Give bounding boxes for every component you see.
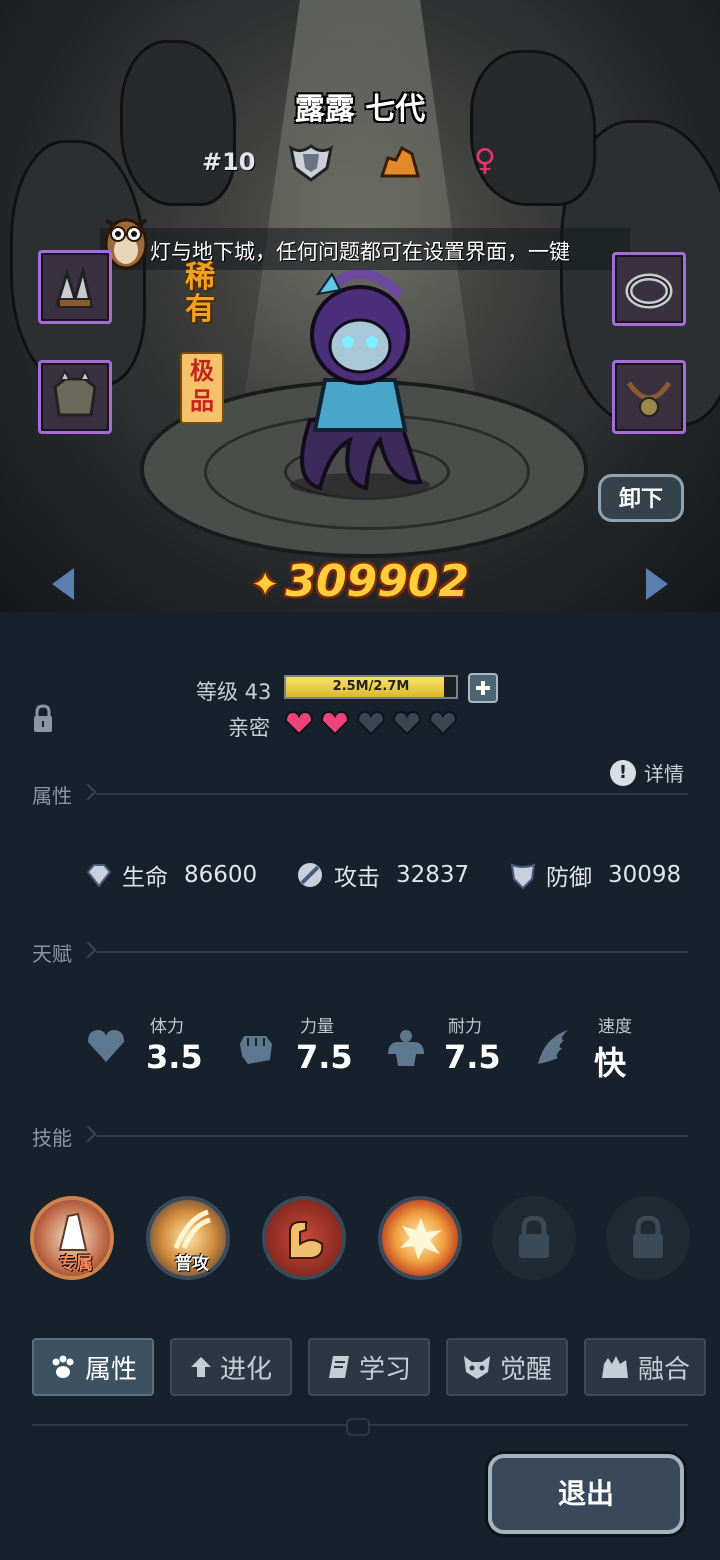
tab-attributes[interactable]: 属性 [32, 1338, 154, 1396]
power-value: ✦ 309902 [0, 556, 720, 607]
level-up-button[interactable] [468, 673, 498, 703]
heart-icon [320, 710, 350, 736]
talent-value: 7.5 [444, 1038, 501, 1076]
power-icon: ✦ [250, 565, 280, 605]
talent-value: 7.5 [296, 1038, 353, 1076]
stat-hp: 生命 86600 [86, 858, 257, 892]
talent-label: 耐力 [448, 1017, 482, 1037]
skill-slot-locked [492, 1196, 576, 1280]
intimacy-hearts [284, 710, 458, 736]
shield-icon [510, 863, 536, 889]
skill-burst[interactable] [378, 1196, 462, 1280]
tab-label: 属性 [84, 1354, 137, 1385]
section-title: 天赋 [32, 942, 72, 966]
claw-weapon-icon [54, 265, 93, 308]
shield-icon[interactable] [287, 142, 335, 182]
skill-tag: 专属 [59, 1254, 93, 1274]
equip-slot-armor[interactable] [38, 360, 112, 434]
section-talent: 天赋 [32, 938, 688, 968]
talent-value: 快 [594, 1044, 627, 1082]
tab-label: 融合 [637, 1354, 690, 1385]
exp-text: 2.5M/2.7M [332, 679, 410, 694]
muscle-icon [388, 1030, 424, 1066]
stat-attack: 攻击 32837 [296, 858, 469, 892]
sword-icon [298, 863, 322, 887]
necklace-icon [626, 381, 672, 417]
stat-label: 攻击 [334, 865, 380, 891]
heart-icon [88, 1030, 124, 1062]
tab-label: 学习 [358, 1354, 411, 1385]
talent-label: 力量 [300, 1017, 334, 1037]
rock-icon[interactable] [380, 144, 420, 180]
section-attributes: 属性 [32, 780, 688, 810]
tab-label: 进化 [219, 1354, 272, 1385]
hero-rank: #10 [202, 148, 256, 176]
stat-value: 86600 [184, 862, 258, 888]
tab-evolve[interactable]: 进化 [170, 1338, 292, 1396]
tab-awaken[interactable]: 觉醒 [446, 1338, 568, 1396]
talent-stamina: 体力 3.5 [86, 1012, 226, 1082]
merge-icon [601, 1356, 628, 1378]
section-title: 技能 [32, 1126, 72, 1150]
talent-speed: 速度 快 [534, 1012, 674, 1082]
tab-merge[interactable]: 融合 [584, 1338, 706, 1396]
lock-icon[interactable] [32, 704, 54, 734]
stat-value: 30098 [608, 862, 682, 888]
lock-icon [633, 1216, 663, 1258]
section-title: 属性 [32, 784, 72, 808]
rock-back-right [470, 50, 596, 206]
flex-arm-icon [289, 1221, 324, 1259]
intimacy-label: 亲密 [228, 716, 270, 740]
exit-button[interactable]: 退出 [488, 1454, 684, 1534]
stat-label: 生命 [122, 865, 168, 891]
power-number: 309902 [285, 556, 470, 607]
heart-icon [392, 710, 422, 736]
section-skills: 技能 [32, 1122, 688, 1152]
equip-slot-ring[interactable] [612, 252, 686, 326]
claw-slash-icon [173, 1209, 211, 1249]
lock-icon [519, 1216, 549, 1258]
stat-label: 防御 [546, 865, 592, 891]
arrow-up-icon [190, 1357, 211, 1377]
quality-badge: 极品 [180, 352, 224, 424]
wing-icon [538, 1030, 568, 1064]
skill-normal-attack[interactable]: 普攻 [146, 1196, 230, 1280]
skill-slot-locked [606, 1196, 690, 1280]
talent-label: 体力 [150, 1017, 184, 1037]
paw-icon [52, 1355, 74, 1378]
rarity-label: 稀有 [185, 260, 215, 327]
talent-endurance: 耐力 7.5 [384, 1012, 524, 1082]
heart-icon [356, 710, 386, 736]
burst-icon [400, 1218, 442, 1260]
hero-character[interactable] [270, 250, 450, 500]
fist-icon [240, 1036, 272, 1064]
hero-scene: 露露 七代 #10 ♀ 灯与地下城，任何问题都可在设置界面，一键 稀有 极品 卸… [0, 0, 720, 612]
ring-icon [625, 273, 673, 309]
stat-value: 32837 [396, 862, 470, 888]
unequip-button[interactable]: 卸下 [598, 474, 684, 522]
heart-gem-icon [86, 864, 112, 888]
skill-tag: 普攻 [175, 1254, 209, 1274]
stat-defense: 防御 30098 [510, 858, 681, 892]
heart-icon [284, 710, 314, 736]
tab-label: 觉醒 [499, 1354, 552, 1385]
mask-icon [463, 1356, 490, 1379]
bottom-tabs: 属性 进化 学习 觉醒 融合 [32, 1338, 706, 1396]
talent-label: 速度 [598, 1017, 632, 1037]
exp-bar: 2.5M/2.7M [284, 675, 458, 699]
book-icon [328, 1356, 349, 1378]
heart-icon [428, 710, 458, 736]
spiked-armor-icon [53, 369, 97, 417]
level-label: 等级 43 [196, 680, 272, 704]
skill-exclusive[interactable]: 专属 [30, 1196, 114, 1280]
talent-strength: 力量 7.5 [236, 1012, 376, 1082]
tab-learn[interactable]: 学习 [308, 1338, 430, 1396]
skill-power[interactable] [262, 1196, 346, 1280]
equip-slot-weapon[interactable] [38, 250, 112, 324]
female-icon: ♀ [474, 143, 496, 178]
talent-value: 3.5 [146, 1038, 203, 1076]
divider-ornament [346, 1418, 370, 1436]
hero-name: 露露 七代 [294, 92, 426, 127]
equip-slot-necklace[interactable] [612, 360, 686, 434]
